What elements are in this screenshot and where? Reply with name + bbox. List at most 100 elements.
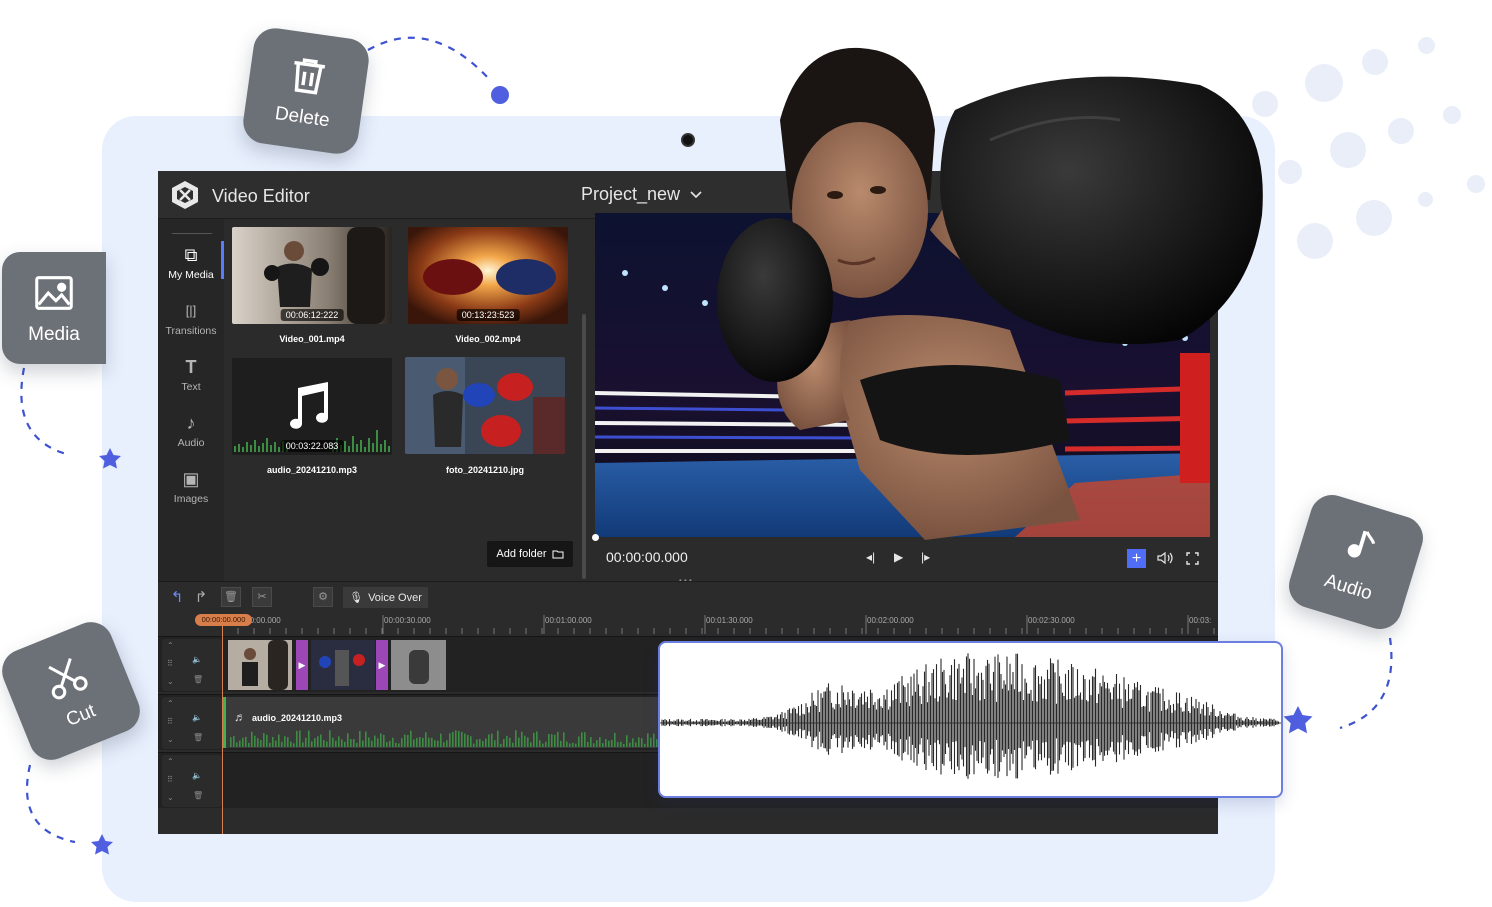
images-icon: ▣ <box>182 469 200 489</box>
media-scrollbar[interactable] <box>582 314 586 579</box>
add-folder-label: Add folder <box>496 548 547 560</box>
trash-icon[interactable]: 🗑 <box>193 675 203 684</box>
track-header: ⌃ ⠿ ⌄ 🔈 🗑 <box>162 755 222 807</box>
media-item-name: audio_20241210.mp3 <box>266 465 358 475</box>
music-note-icon: ♬ <box>234 710 246 724</box>
sidebar-item-label: Text <box>181 381 201 393</box>
media-duration: 00:06:12:222 <box>280 309 344 321</box>
drag-handle-icon[interactable]: ⠿ <box>167 717 173 726</box>
trash-icon <box>294 58 326 95</box>
redo-icon[interactable]: ↱ <box>192 589 210 607</box>
drag-handle-icon[interactable]: ⠿ <box>167 775 173 784</box>
chevron-down-icon[interactable]: ⌄ <box>167 793 174 802</box>
sidebar-item-label: Audio <box>177 437 205 449</box>
voice-over-label: Voice Over <box>368 591 422 604</box>
thumbnail-sparring <box>405 357 565 454</box>
preview-panel: 00:00:00.000 ◂| ▶ |▸ + <box>592 213 1218 581</box>
media-item-video-001[interactable]: 00:06:12:222 <box>232 227 392 324</box>
media-duration: 00:03:22.083 <box>280 440 344 452</box>
ruler-label: 00:02:30.000 <box>1028 616 1075 625</box>
media-item-name: Video_002.mp4 <box>455 334 521 344</box>
audio-clip-name: audio_20241210.mp3 <box>252 713 343 723</box>
playhead-line[interactable] <box>222 626 223 834</box>
settings-icon[interactable]: ⚙ <box>313 587 333 607</box>
media-item-audio[interactable]: 00:03:22.083 <box>232 358 392 455</box>
chevron-down-icon[interactable]: ⌄ <box>167 735 174 744</box>
image-icon <box>35 276 73 310</box>
project-selector[interactable]: Project_new <box>581 184 702 205</box>
preview-progress-dot[interactable] <box>592 534 599 541</box>
trash-icon[interactable]: 🗑 <box>193 733 203 742</box>
image-clip[interactable] <box>391 640 446 690</box>
transition-marker[interactable]: ▶ <box>376 640 388 690</box>
audio-waveform <box>660 653 1281 779</box>
media-duration: 00:13:23:523 <box>456 309 520 321</box>
folder-icon <box>552 550 564 559</box>
sidebar-item-label: Images <box>173 493 209 505</box>
media-item-video-002[interactable]: 00:13:23:523 <box>408 227 568 324</box>
stage: Delete Media Cut Audio Video Editor Proj… <box>0 0 1492 907</box>
delete-tile[interactable]: Delete <box>240 25 372 157</box>
split-clip-icon[interactable]: ✂ <box>252 587 272 607</box>
voice-over-button[interactable]: 🎙 Voice Over <box>343 587 428 608</box>
scissors-icon <box>48 658 88 700</box>
chevron-up-icon[interactable]: ⌃ <box>167 641 174 650</box>
sidebar-item-images[interactable]: ▣ Images <box>158 459 224 515</box>
step-back-icon[interactable]: ◂| <box>866 550 875 564</box>
app-logo-icon <box>172 181 198 209</box>
volume-icon[interactable]: 🔈 <box>192 713 202 722</box>
play-icon[interactable]: ▶ <box>894 550 903 564</box>
audio-clip[interactable]: ♬ audio_20241210.mp3 <box>223 697 723 748</box>
webcam-dot <box>681 133 695 147</box>
ruler-label: 00:02:00.000 <box>867 616 914 625</box>
chevron-down-icon <box>690 190 702 198</box>
step-forward-icon[interactable]: |▸ <box>921 550 930 564</box>
chevron-up-icon[interactable]: ⌃ <box>167 699 174 708</box>
app-title: Video Editor <box>212 186 310 206</box>
clip-thumbnail-sparring <box>311 640 375 690</box>
volume-icon[interactable]: 🔈 <box>192 655 202 664</box>
music-note-icon <box>1347 530 1376 558</box>
sidebar-item-audio[interactable]: ♪ Audio <box>158 403 224 459</box>
delete-clip-icon[interactable]: 🗑 <box>221 587 241 607</box>
text-icon: T <box>185 357 197 377</box>
ruler-label: 00:00:30.000 <box>384 616 431 625</box>
sidebar-item-label: My Media <box>168 269 214 281</box>
add-folder-button[interactable]: Add folder <box>487 541 573 567</box>
transition-marker[interactable]: ▶ <box>296 640 308 690</box>
preview-timecode: 00:00:00.000 <box>606 549 688 565</box>
media-item-photo[interactable] <box>405 357 565 454</box>
video-clip-2[interactable] <box>311 640 375 690</box>
media-item-name: foto_20241210.jpg <box>445 465 525 475</box>
chevron-up-icon[interactable]: ⌃ <box>167 757 174 766</box>
ruler-label: 00:01:30.000 <box>706 616 753 625</box>
video-clip-1[interactable] <box>228 640 292 690</box>
track-header: ⌃ ⠿ ⌄ 🔈 🗑 <box>162 697 222 749</box>
chevron-down-icon[interactable]: ⌄ <box>167 677 174 686</box>
media-item-name: Video_001.mp4 <box>279 334 345 344</box>
playhead-time-badge[interactable]: 00:00:00.000 <box>195 614 252 626</box>
ruler-label: 00:01:00.000 <box>545 616 592 625</box>
trash-icon[interactable]: 🗑 <box>193 791 203 800</box>
project-name: Project_new <box>581 184 681 204</box>
sidebar-item-label: Transitions <box>165 325 217 337</box>
audio-tile-label: Audio <box>1321 570 1375 605</box>
media-tile[interactable]: Media <box>2 252 106 364</box>
sidebar-item-transitions[interactable]: [|] Transitions <box>158 291 224 347</box>
undo-icon[interactable]: ↰ <box>168 589 186 607</box>
fullscreen-icon[interactable] <box>1186 552 1199 565</box>
drag-handle-icon[interactable]: ⠿ <box>167 659 173 668</box>
transitions-icon: [|] <box>185 303 197 318</box>
volume-icon[interactable] <box>1157 551 1173 565</box>
waveform-preview-card <box>658 641 1283 798</box>
microphone-icon: 🎙 <box>349 592 364 604</box>
add-to-timeline-button[interactable]: + <box>1127 549 1146 568</box>
clip-thumbnail-boxer <box>228 640 292 690</box>
preview-video-frame <box>595 213 1210 537</box>
audio-icon: ♪ <box>186 413 196 433</box>
sidebar-item-my-media[interactable]: ⧉ My Media <box>158 235 224 291</box>
cut-tile-label: Cut <box>63 700 99 731</box>
sidebar-item-text[interactable]: T Text <box>158 347 224 403</box>
volume-icon[interactable]: 🔈 <box>192 771 202 780</box>
timeline-ruler[interactable]: 00:00:00.000 00:00:30.000 00:01:00.000 0… <box>222 613 1218 635</box>
